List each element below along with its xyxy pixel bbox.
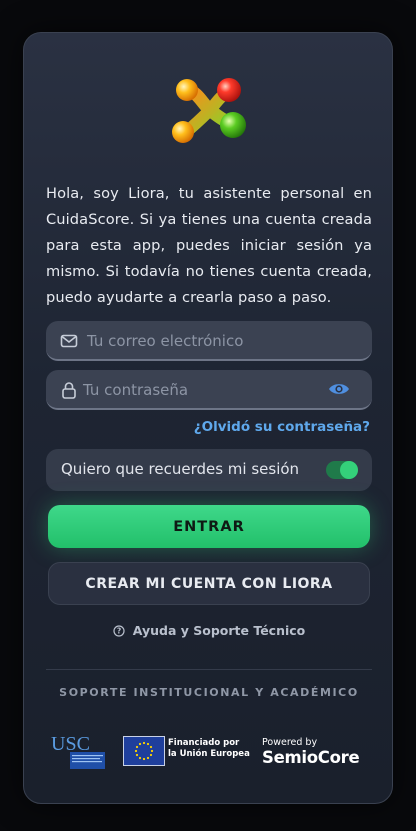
eu-funding-text: Financiado por la Unión Europea	[168, 738, 250, 760]
institutional-title: SOPORTE INSTITUCIONAL Y ACADÉMICO	[59, 686, 359, 699]
mail-icon	[60, 334, 78, 348]
eye-icon[interactable]	[328, 381, 350, 397]
forgot-password-link[interactable]: ¿Olvidó su contraseña?	[194, 419, 370, 435]
semiocore-brand: SemioCore	[262, 748, 360, 767]
login-card: Hola, soy Liora, tu asistente personal e…	[23, 32, 393, 804]
intro-text: Hola, soy Liora, tu asistente personal e…	[46, 185, 372, 306]
create-account-button[interactable]: CREAR MI CUENTA CON LIORA	[48, 562, 370, 605]
powered-by-label: Powered by	[262, 737, 318, 748]
eu-funding-logo: Financiado por la Unión Europea	[123, 736, 250, 766]
toggle-knob	[340, 461, 358, 479]
svg-text:?: ?	[117, 627, 121, 636]
eu-text-line1: Financiado por	[168, 738, 240, 748]
help-support-label: Ayuda y Soporte Técnico	[132, 623, 306, 638]
eu-flag-icon	[123, 736, 165, 766]
password-placeholder: Tu contraseña	[83, 381, 189, 399]
divider	[46, 669, 372, 670]
svg-text:USC: USC	[51, 733, 90, 755]
email-placeholder: Tu correo electrónico	[87, 332, 244, 350]
help-circle-icon: ?	[113, 625, 125, 637]
help-support-link[interactable]: ? Ayuda y Soporte Técnico	[24, 623, 394, 638]
eu-text-line2: la Unión Europea	[168, 749, 250, 759]
remember-session-label: Quiero que recuerdes mi sesión	[61, 460, 300, 478]
app-logo	[172, 78, 246, 143]
semiocore-logo: Powered by SemioCore	[262, 737, 372, 771]
remember-session-toggle[interactable]	[326, 461, 358, 479]
password-field[interactable]: Tu contraseña	[46, 370, 372, 410]
enter-button[interactable]: ENTRAR	[48, 505, 370, 548]
email-field[interactable]: Tu correo electrónico	[46, 321, 372, 361]
usc-logo: USC	[51, 733, 105, 769]
lock-icon	[62, 382, 76, 399]
remember-session-row[interactable]: Quiero que recuerdes mi sesión	[46, 449, 372, 491]
